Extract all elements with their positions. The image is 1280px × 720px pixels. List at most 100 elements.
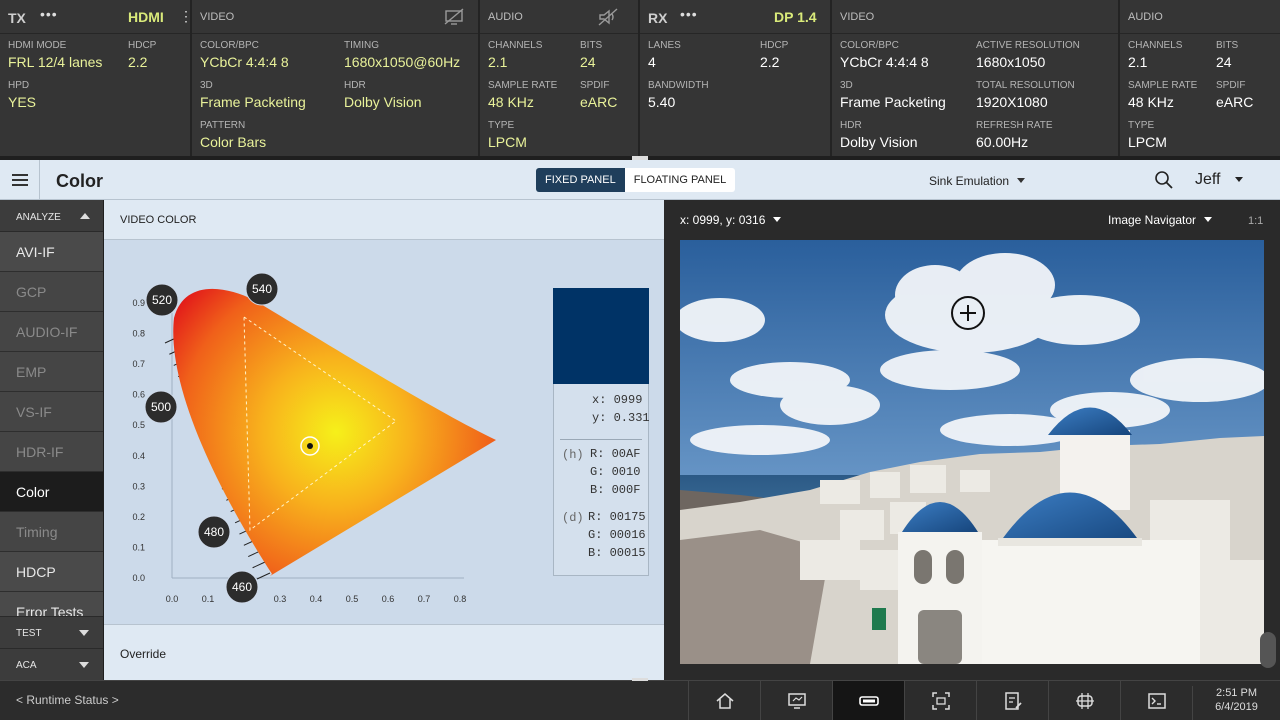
sidebar-item-color[interactable]: Color xyxy=(0,472,103,512)
runtime-status-link[interactable]: < Runtime Status > xyxy=(16,693,119,707)
sidebar-item-timing[interactable]: Timing xyxy=(0,512,103,552)
locus-tick xyxy=(252,561,266,569)
report-button[interactable] xyxy=(976,681,1048,720)
video-off-icon[interactable] xyxy=(444,8,464,26)
rx-video-title: VIDEO xyxy=(840,11,875,23)
y-tick-label: 0.5 xyxy=(132,420,145,430)
x-tick-label: 0.6 xyxy=(382,594,395,604)
sidebar-item-emp[interactable]: EMP xyxy=(0,352,103,392)
y-tick-label: 0.7 xyxy=(132,359,145,369)
tx-menu-icon[interactable]: ⋮ xyxy=(179,8,193,25)
chevron-down-icon xyxy=(1234,177,1243,182)
tx-hdmi-mode: HDMI MODE FRL 12/4 lanes xyxy=(8,40,103,70)
display-button[interactable] xyxy=(760,681,832,720)
override-label: Override xyxy=(120,647,167,661)
rx-bits: BITS 24 xyxy=(1216,40,1239,70)
rx-audio-section: AUDIO CHANNELS 2.1 BITS 24 SAMPLE RATE 48 K… xyxy=(1120,0,1280,156)
capture-button[interactable] xyxy=(904,681,976,720)
tx-timing: TIMING 1680x1050@60Hz xyxy=(344,40,461,70)
rx-hdr: HDR Dolby Vision xyxy=(840,120,918,150)
connector-button[interactable] xyxy=(832,681,904,720)
tx-audio-title: AUDIO xyxy=(488,11,523,23)
wavelength-label-text: 460 xyxy=(232,580,252,594)
rx-port: DP 1.4 xyxy=(774,9,817,25)
d-b-value: 00015 xyxy=(609,546,646,560)
aca-label: ACA xyxy=(16,660,37,671)
sidebar-item-audio-if[interactable]: AUDIO-IF xyxy=(0,312,103,352)
chevron-down-icon xyxy=(1204,217,1213,222)
x-tick-label: 0.5 xyxy=(346,594,359,604)
home-button[interactable] xyxy=(688,681,760,720)
y-tick-label: 0.8 xyxy=(132,329,145,339)
h-r-value: 00AF xyxy=(611,447,641,461)
y-tick-label: 0.9 xyxy=(132,298,145,308)
y-tick-label: 0.3 xyxy=(132,481,145,491)
video-color-panel: VIDEO COLOR 0.0 0.1 0.2 0.3 0.4 0.5 0.6 0.7 0.8 0… xyxy=(104,200,664,680)
chromaticity-chart-area: 0.0 0.1 0.2 0.3 0.4 0.5 0.6 0.7 0.8 0.9 0.0 0.1 0.3… xyxy=(104,240,664,624)
captured-frame-image[interactable] xyxy=(680,240,1264,664)
clock-time: 2:51 PM xyxy=(1216,687,1257,699)
x-tick-label: 0.7 xyxy=(418,594,431,604)
color-values-readout: x: 0999 y: 0.331 (h) R: 00AF G: 0010 B: … xyxy=(553,384,650,576)
chevron-up-icon xyxy=(80,213,90,219)
rx-more-icon[interactable]: ••• xyxy=(680,6,698,22)
wavelength-label-text: 480 xyxy=(204,525,224,539)
floating-panel-button[interactable]: FLOATING PANEL xyxy=(624,168,736,192)
sink-emulation-dropdown[interactable]: Sink Emulation xyxy=(929,174,1026,188)
rx-channels: CHANNELS 2.1 xyxy=(1128,40,1183,70)
user-menu[interactable]: Jeff xyxy=(1195,171,1243,189)
wavelength-label-520: 520 xyxy=(145,283,179,317)
rx-lanes: LANES 4 xyxy=(648,40,681,70)
rx-label: RX xyxy=(648,10,668,26)
wavelength-label-500: 500 xyxy=(144,390,178,424)
coordinates-dropdown[interactable]: x: 0999, y: 0316 xyxy=(680,213,782,227)
tx-port: HDMI xyxy=(128,9,164,25)
network-grid-icon xyxy=(1076,693,1094,709)
scroll-handle[interactable] xyxy=(1260,632,1276,668)
test-label: TEST xyxy=(16,628,42,639)
color-swatch xyxy=(553,288,649,384)
test-section-toggle[interactable]: TEST xyxy=(0,616,103,648)
tx-pattern: PATTERN Color Bars xyxy=(200,120,267,150)
rx-total-resolution: TOTAL RESOLUTION 1920X1080 xyxy=(976,80,1075,110)
sidebar-item-hdcp[interactable]: HDCP xyxy=(0,552,103,592)
app-root: TX ••• HDMI ⋮ HDMI MODE FRL 12/4 lanes HD… xyxy=(0,0,1280,720)
cie-chromaticity-diagram[interactable]: 0.0 0.1 0.2 0.3 0.4 0.5 0.6 0.7 0.8 0.9 0.0 0.1 0.3… xyxy=(104,240,544,624)
rx-video-section: VIDEO COLOR/BPC YCbCr 4:4:4 8 ACTIVE RESO… xyxy=(832,0,1120,156)
override-section[interactable]: Override xyxy=(104,624,664,680)
aca-section-toggle[interactable]: ACA xyxy=(0,648,103,680)
terminal-button[interactable] xyxy=(1120,681,1192,720)
y-tick-label: 0.2 xyxy=(132,512,145,522)
fixed-panel-button[interactable]: FIXED PANEL xyxy=(536,168,625,192)
rx-3d: 3D Frame Packeting xyxy=(840,80,946,110)
sink-emulation-label: Sink Emulation xyxy=(929,174,1010,188)
tx-video-section: VIDEO COLOR/BPC YCbCr 4:4:4 8 TIMING 1680x… xyxy=(192,0,480,156)
tx-label: TX xyxy=(8,10,26,26)
chevron-down-icon xyxy=(79,662,89,668)
tx-more-icon[interactable]: ••• xyxy=(40,6,58,22)
tx-bits: BITS 24 xyxy=(580,40,603,70)
sidebar-item-vs-if[interactable]: VS-IF xyxy=(0,392,103,432)
analyze-section-toggle[interactable]: ANALYZE xyxy=(0,200,103,232)
bottom-splitter-handle[interactable] xyxy=(632,678,648,681)
image-navigator-label: Image Navigator xyxy=(1108,213,1197,227)
hamburger-menu-button[interactable] xyxy=(0,160,40,200)
image-navigator-dropdown[interactable]: Image Navigator xyxy=(1108,213,1213,227)
search-icon[interactable] xyxy=(1154,170,1174,190)
audio-off-icon[interactable] xyxy=(598,8,618,26)
rx-bandwidth: BANDWIDTH 5.40 xyxy=(648,80,709,110)
zoom-level[interactable]: 1:1 xyxy=(1248,215,1263,227)
sidebar-item-hdr-if[interactable]: HDR-IF xyxy=(0,432,103,472)
sidebar-item-avi-if[interactable]: AVI-IF xyxy=(0,232,103,272)
video-color-title: VIDEO COLOR xyxy=(120,214,197,226)
rx-section: RX ••• DP 1.4 LANES 4 HDCP 2.2 BANDWIDTH 5.… xyxy=(640,0,832,156)
panel-mode-toggle: FIXED PANEL FLOATING PANEL xyxy=(536,168,736,192)
clock-date: 6/4/2019 xyxy=(1215,701,1258,713)
analyze-label: ANALYZE xyxy=(16,212,61,223)
page-header: Color FIXED PANEL FLOATING PANEL Sink Em… xyxy=(0,160,1280,200)
rx-sample-rate: SAMPLE RATE 48 KHz xyxy=(1128,80,1198,110)
h-g-value: 0010 xyxy=(611,465,641,479)
image-viewer-panel: x: 0999, y: 0316 Image Navigator 1:1 xyxy=(664,200,1280,680)
network-button[interactable] xyxy=(1048,681,1120,720)
sidebar-item-gcp[interactable]: GCP xyxy=(0,272,103,312)
